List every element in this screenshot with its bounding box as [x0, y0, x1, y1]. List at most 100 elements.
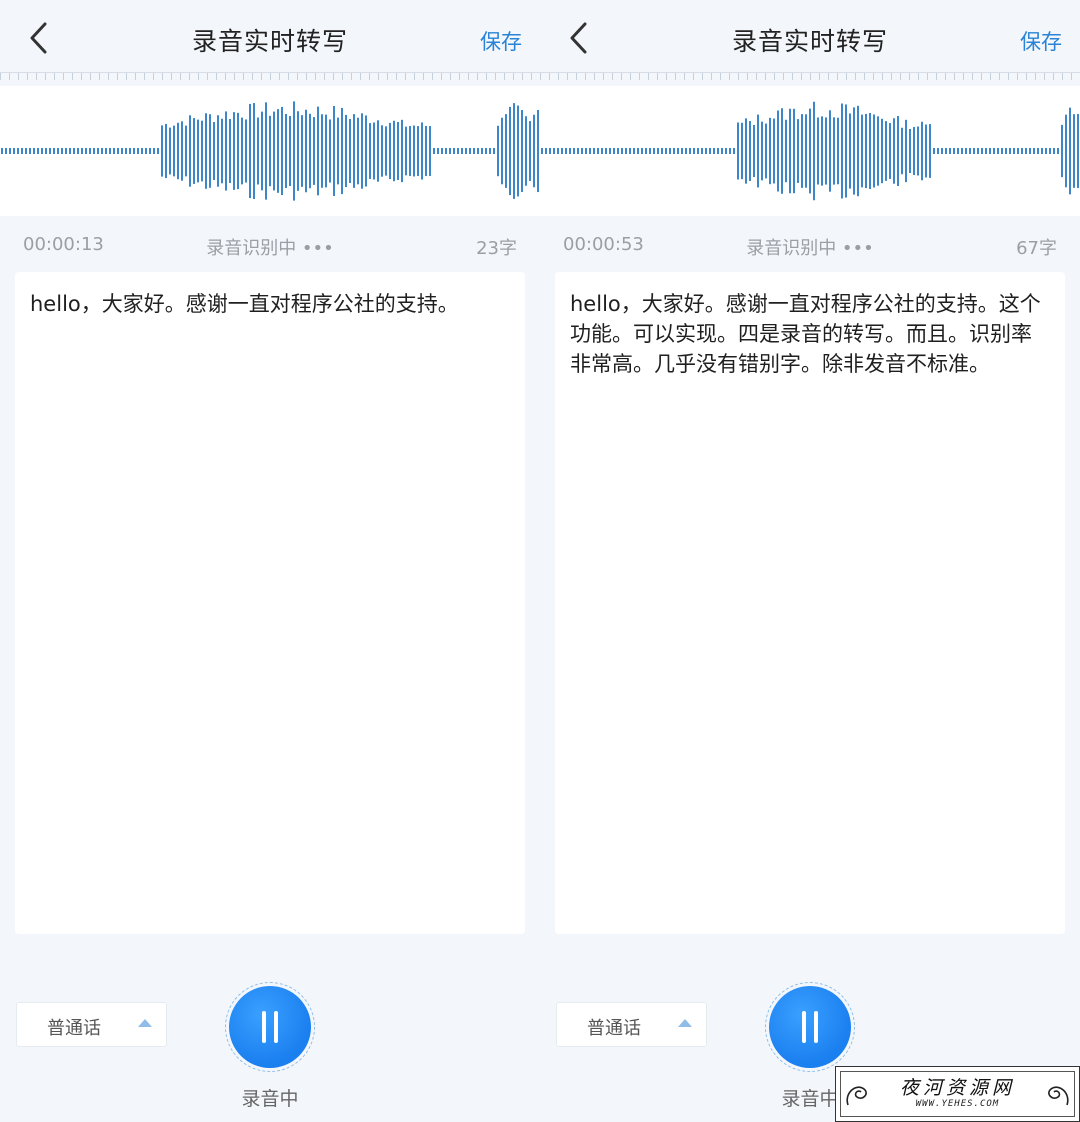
time-ruler: [540, 72, 1080, 86]
waveform-bar: [1025, 148, 1027, 154]
waveform-bar: [377, 120, 379, 182]
waveform-bar: [865, 113, 867, 189]
save-button[interactable]: 保存: [1020, 26, 1062, 56]
page-title: 录音实时转写: [191, 27, 348, 56]
waveform-bar: [757, 114, 759, 188]
waveform-bar: [261, 111, 263, 191]
waveform-bar: [889, 123, 891, 179]
waveform-bar: [21, 148, 23, 154]
waveform-bar: [249, 103, 251, 199]
pause-record-button[interactable]: [229, 986, 311, 1068]
waveform-bar: [945, 148, 947, 154]
waveform-bar: [709, 148, 711, 154]
waveform-bar: [625, 148, 627, 154]
language-select[interactable]: 普通话: [556, 1002, 707, 1047]
waveform-bar: [489, 148, 491, 154]
waveform-bar: [617, 148, 619, 154]
waveform-bar: [549, 148, 551, 154]
caret-up-icon: [138, 1019, 152, 1027]
waveform-bar: [1, 148, 3, 154]
waveform-bar: [969, 148, 971, 154]
waveform-bar: [701, 148, 703, 154]
waveform-bar: [893, 118, 895, 184]
waveform-bar: [665, 148, 667, 154]
waveform-bar: [593, 148, 595, 154]
waveform-bar: [977, 148, 979, 154]
waveform-bar: [165, 123, 167, 179]
waveform-bar: [329, 119, 331, 183]
waveform-bar: [181, 121, 183, 181]
waveform-bar: [45, 148, 47, 154]
waveform-bar: [485, 148, 487, 154]
waveform-bar: [645, 148, 647, 154]
waveform-bar: [421, 122, 423, 180]
waveform-bar: [273, 111, 275, 191]
waveform-bar: [117, 148, 119, 154]
waveform-bar: [717, 148, 719, 154]
waveform-bar: [89, 148, 91, 154]
waveform-bar: [825, 117, 827, 185]
waveform-bar: [253, 103, 255, 199]
waveform-bar: [53, 148, 55, 154]
waveform-bar: [69, 148, 71, 154]
waveform-bar: [461, 148, 463, 154]
transcript-card[interactable]: hello，大家好。感谢一直对程序公社的支持。: [15, 272, 525, 934]
pause-icon: [800, 1011, 820, 1043]
waveform-bar: [561, 148, 563, 154]
recognition-status: 录音识别中 •••: [206, 238, 334, 259]
waveform-bar: [441, 148, 443, 154]
waveform-bar: [1021, 148, 1023, 154]
waveform-bar: [325, 114, 327, 188]
transcript-card[interactable]: hello，大家好。感谢一直对程序公社的支持。这个功能。可以实现。四是录音的转写…: [555, 272, 1065, 934]
waveform-bar: [145, 148, 147, 154]
waveform-bar: [357, 117, 359, 185]
waveform-bar: [581, 148, 583, 154]
waveform-bar: [1037, 148, 1039, 154]
waveform-bar: [605, 148, 607, 154]
waveform-bar: [193, 118, 195, 184]
waveform-bar: [1017, 148, 1019, 154]
waveform-bar: [621, 148, 623, 154]
waveform-bar: [613, 148, 615, 154]
waveform-bar: [1065, 114, 1067, 188]
waveform-bar: [781, 108, 783, 194]
waveform-bar: [693, 148, 695, 154]
waveform-bar: [257, 117, 259, 185]
waveform-bar: [777, 110, 779, 192]
waveform-bar: [177, 122, 179, 180]
waveform-bar: [813, 101, 815, 201]
waveform-bar: [373, 122, 375, 180]
waveform-bar: [13, 148, 15, 154]
waveform-bar: [405, 126, 407, 176]
waveform-bar: [585, 148, 587, 154]
waveform-bar: [293, 101, 295, 201]
waveform-bar: [861, 114, 863, 188]
waveform-bar: [565, 148, 567, 154]
waveform-bar: [741, 122, 743, 180]
waveform-bar: [853, 107, 855, 195]
waveform-bar: [65, 148, 67, 154]
waveform-bar: [797, 119, 799, 183]
waveform-bar: [109, 148, 111, 154]
waveform-bar: [1001, 148, 1003, 154]
waveform-bar: [173, 125, 175, 177]
waveform-bar: [537, 109, 539, 193]
status-row: 00:00:53 录音识别中 ••• 67字: [540, 232, 1080, 262]
waveform-bar: [477, 148, 479, 154]
waveform-bar: [805, 114, 807, 188]
pause-record-button[interactable]: [769, 986, 851, 1068]
waveform-bar: [73, 148, 75, 154]
waveform-bar: [949, 148, 951, 154]
waveform-bar: [1013, 148, 1015, 154]
waveform-bar: [817, 117, 819, 185]
waveform-bar: [525, 116, 527, 186]
waveform-bar: [345, 114, 347, 188]
save-button[interactable]: 保存: [480, 26, 522, 56]
page-title: 录音实时转写: [731, 27, 888, 56]
waveform-bar: [361, 113, 363, 189]
waveform-bar: [309, 113, 311, 189]
waveform-bar: [77, 148, 79, 154]
waveform-bar: [729, 148, 731, 154]
language-select[interactable]: 普通话: [16, 1002, 167, 1047]
waveform-bar: [601, 148, 603, 154]
